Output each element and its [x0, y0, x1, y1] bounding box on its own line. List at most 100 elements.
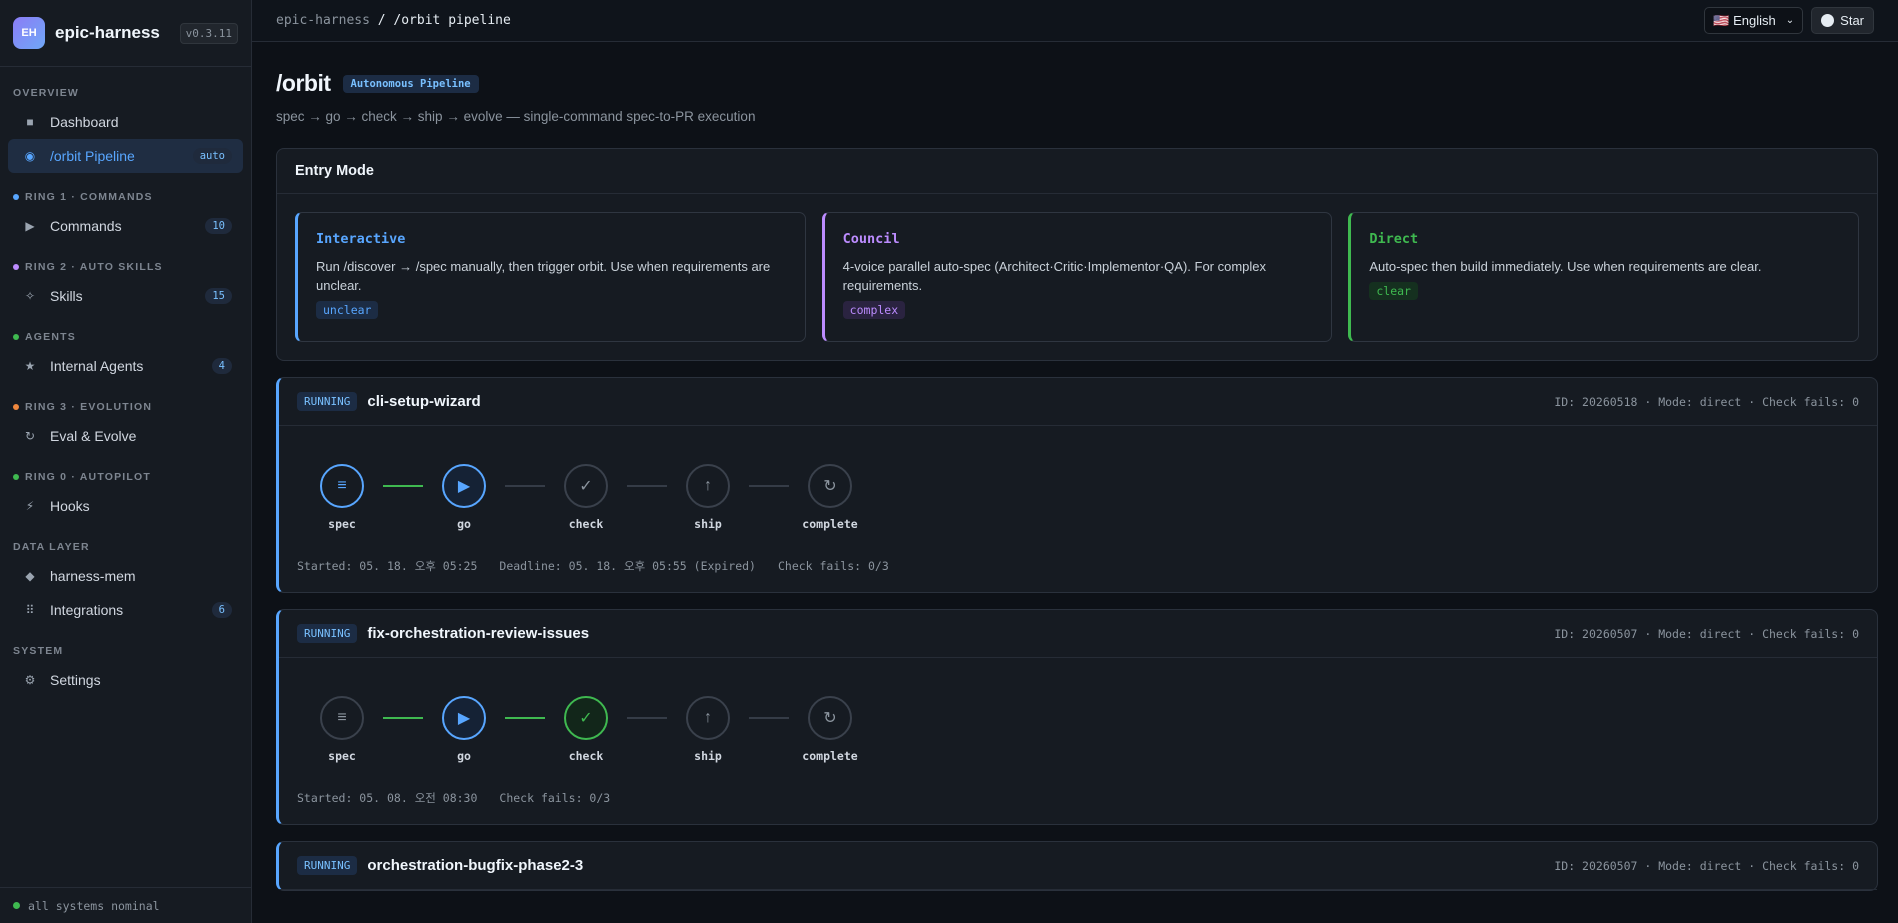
entry-mode-list: Interactive Run /discover → /spec manuall… — [277, 194, 1877, 360]
entry-mode-card: Entry Mode Interactive Run /discover → /s… — [276, 148, 1878, 361]
stage-check-icon: ✓ — [564, 464, 608, 508]
stage-label: ship — [694, 517, 722, 531]
stage-ship[interactable]: ↑ ship — [673, 696, 743, 763]
sidebar-item-skills[interactable]: ✧ Skills 15 — [8, 279, 243, 313]
sidebar-nav: OVERVIEW ■ Dashboard ◉ /orbit Pipeline auto RI… — [0, 67, 251, 887]
stage-connector — [505, 717, 545, 719]
brand-header: EH epic-harness v0.3.11 — [0, 0, 251, 67]
stage-complete-icon: ↻ — [808, 696, 852, 740]
gear-icon: ⚙ — [24, 673, 36, 687]
sidebar-item-internal-agents[interactable]: ★ Internal Agents 4 — [8, 349, 243, 383]
stage-spec[interactable]: ≡ spec — [307, 464, 377, 531]
run-header: RUNNING cli-setup-wizard ID: 20260518 · Mo… — [279, 378, 1877, 426]
entry-mode-council[interactable]: Council 4-voice parallel auto-spec (Archi… — [821, 212, 1333, 342]
sidebar-item-count: 15 — [205, 288, 232, 304]
breadcrumb: epic-harness / /orbit pipeline — [276, 13, 1704, 28]
run-footer: Started: 05. 08. 오전 08:30 Check fails: 0/… — [279, 780, 1877, 824]
page-title: /orbit — [276, 70, 331, 96]
breadcrumb-root[interactable]: epic-harness — [276, 13, 370, 28]
sidebar-item-label: Settings — [50, 672, 101, 688]
sidebar-item-hooks[interactable]: ⚡ Hooks — [8, 489, 243, 523]
run-footer: Started: 05. 18. 오후 05:25 Deadline: 05. 1… — [279, 548, 1877, 592]
run-header: RUNNING orchestration-bugfix-phase2-3 ID: … — [279, 842, 1877, 890]
stage-go-icon: ▶ — [442, 696, 486, 740]
stage-connector — [749, 717, 789, 719]
pipeline-stages: ≡ spec ▶ go ✓ check ↑ ship ↻ complete — [279, 658, 1877, 780]
run-footer-item: Check fails: 0/3 — [777, 559, 889, 573]
refresh-icon: ↻ — [24, 429, 36, 443]
language-select[interactable]: 🇺🇸 English ⌄ — [1704, 7, 1804, 34]
stage-connector — [627, 717, 667, 719]
stage-ship[interactable]: ↑ ship — [673, 464, 743, 531]
stage-connector — [505, 485, 545, 487]
stage-label: go — [457, 517, 471, 531]
stage-check[interactable]: ✓ check — [551, 464, 621, 531]
run-name: fix-orchestration-review-issues — [367, 625, 590, 642]
sidebar-item-dashboard[interactable]: ■ Dashboard — [8, 105, 243, 139]
run-card[interactable]: RUNNING fix-orchestration-review-issues ID… — [276, 609, 1878, 825]
section-label: RING 1 · COMMANDS — [0, 191, 251, 203]
stage-check-icon: ✓ — [564, 696, 608, 740]
entry-mode-tag: clear — [1369, 282, 1418, 300]
sidebar-item-label: Skills — [50, 288, 83, 304]
section-label-text: SYSTEM — [13, 645, 64, 657]
run-card[interactable]: RUNNING orchestration-bugfix-phase2-3 ID: … — [276, 841, 1878, 891]
brand-logo[interactable]: EH — [13, 17, 45, 49]
system-status: all systems nominal — [0, 887, 251, 923]
sidebar-item-label: harness-mem — [50, 568, 136, 584]
run-meta: ID: 20260507 · Mode: direct · Check fail… — [1554, 858, 1859, 873]
language-value: 🇺🇸 English — [1713, 12, 1776, 28]
sidebar-item-commands[interactable]: ▶ Commands 10 — [8, 209, 243, 243]
sidebar-item-label: /orbit Pipeline — [50, 148, 135, 164]
section-label: OVERVIEW — [0, 87, 251, 99]
run-footer-item: Started: 05. 08. 오전 08:30 — [297, 791, 478, 805]
dashboard-icon: ■ — [26, 115, 34, 129]
entry-mode-description: Run /discover → /spec manually, then tri… — [316, 259, 771, 293]
stage-label: complete — [802, 517, 858, 531]
main-panel: epic-harness / /orbit pipeline 🇺🇸 Englis… — [252, 0, 1898, 923]
section-label: RING 3 · EVOLUTION — [0, 401, 251, 413]
sidebar-item-integrations[interactable]: ⠿ Integrations 6 — [8, 593, 243, 627]
stage-connector — [383, 717, 423, 719]
stage-go[interactable]: ▶ go — [429, 696, 499, 763]
sidebar-item-label: Eval & Evolve — [50, 428, 137, 444]
run-list: RUNNING cli-setup-wizard ID: 20260518 · Mo… — [276, 377, 1878, 891]
entry-mode-interactive[interactable]: Interactive Run /discover → /spec manuall… — [295, 212, 806, 342]
stage-complete[interactable]: ↻ complete — [795, 696, 865, 763]
run-meta: ID: 20260507 · Mode: direct · Check fail… — [1554, 626, 1859, 641]
entry-mode-description: Auto-spec then build immediately. Use wh… — [1369, 259, 1762, 274]
stage-label: ship — [694, 749, 722, 763]
github-icon — [1821, 14, 1835, 27]
sidebar-item-settings[interactable]: ⚙ Settings — [8, 663, 243, 697]
stage-ship-icon: ↑ — [686, 464, 730, 508]
section-label: DATA LAYER — [0, 541, 251, 553]
pipeline-stages: ≡ spec ▶ go ✓ check ↑ ship ↻ complete — [279, 426, 1877, 548]
entry-mode-title: Entry Mode — [277, 149, 1877, 194]
sidebar-item-harness-mem[interactable]: ◆ harness-mem — [8, 559, 243, 593]
run-card[interactable]: RUNNING cli-setup-wizard ID: 20260518 · Mo… — [276, 377, 1878, 593]
stage-go[interactable]: ▶ go — [429, 464, 499, 531]
sidebar-item-orbit-pipeline[interactable]: ◉ /orbit Pipeline auto — [8, 139, 243, 173]
github-star-button[interactable]: Star — [1811, 7, 1874, 34]
stage-spec[interactable]: ≡ spec — [307, 696, 377, 763]
entry-mode-direct[interactable]: Direct Auto-spec then build immediately. … — [1348, 212, 1860, 342]
sidebar-item-eval-evolve[interactable]: ↻ Eval & Evolve — [8, 419, 243, 453]
stage-connector — [383, 485, 423, 487]
version-badge: v0.3.11 — [179, 22, 238, 44]
run-status-badge: RUNNING — [297, 856, 358, 875]
stage-connector — [627, 485, 667, 487]
stage-complete[interactable]: ↻ complete — [795, 464, 865, 531]
stage-label: check — [568, 517, 604, 531]
sidebar-item-count: 6 — [211, 602, 232, 618]
section-label-text: DATA LAYER — [13, 541, 90, 553]
section-label: RING 2 · AUTO SKILLS — [0, 261, 251, 273]
stage-connector — [749, 485, 789, 487]
section-dot-icon — [13, 264, 19, 270]
breadcrumb-separator: / — [369, 13, 394, 28]
stage-spec-icon: ≡ — [320, 696, 364, 740]
run-status-badge: RUNNING — [297, 392, 358, 411]
brand-name[interactable]: epic-harness — [55, 23, 180, 43]
stage-check[interactable]: ✓ check — [551, 696, 621, 763]
sidebar-item-label: Commands — [50, 218, 122, 234]
section-label: SYSTEM — [0, 645, 251, 657]
